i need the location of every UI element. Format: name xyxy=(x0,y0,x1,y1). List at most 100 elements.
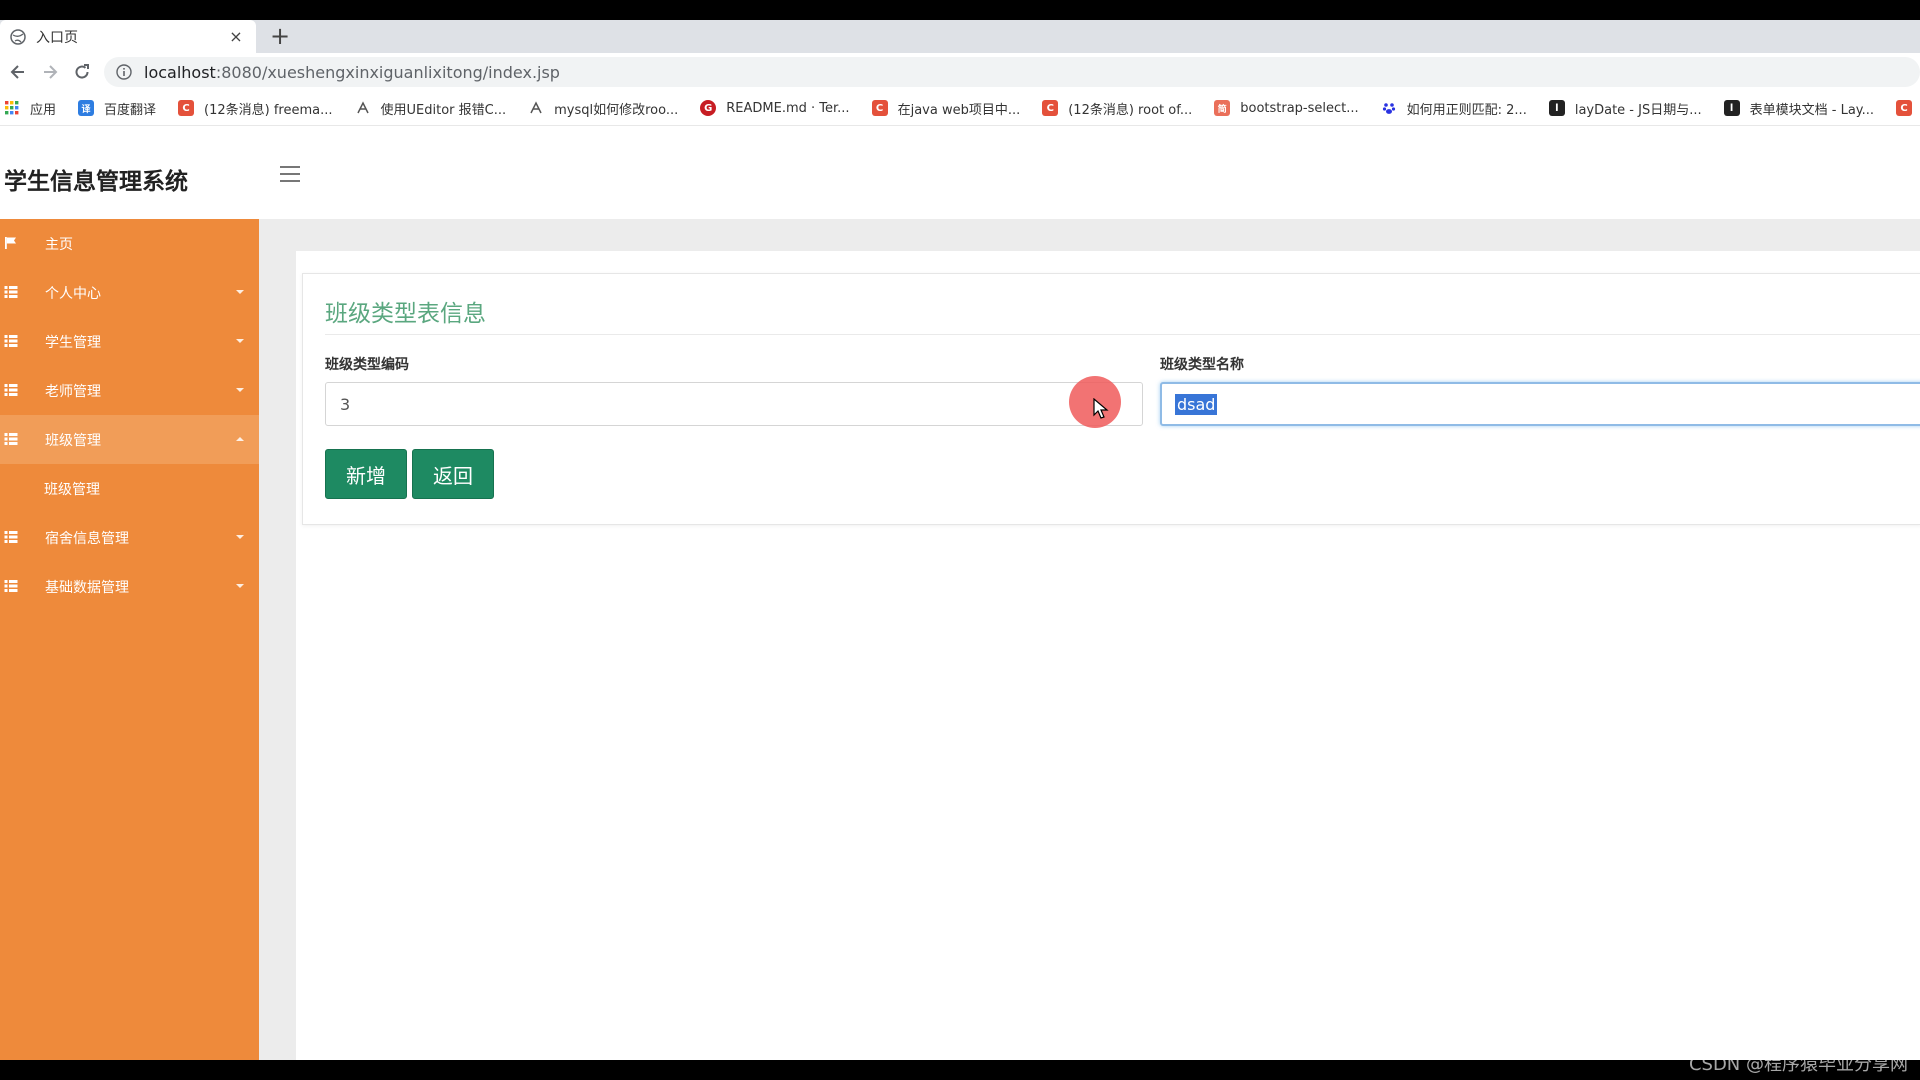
class-type-name-label: 班级类型名称 xyxy=(1160,357,1244,373)
csdn-icon: C xyxy=(871,100,888,116)
bookmark-label: 在java web项目中... xyxy=(897,102,1021,118)
bookmark-item[interactable]: 简 bootstrap-select... xyxy=(1214,100,1359,116)
bookmark-item[interactable]: C (12条消息) root of... xyxy=(1042,99,1192,118)
url-text: localhost:8080/xueshengxinxiguanlixitong… xyxy=(144,63,560,82)
class-type-code-input[interactable]: 3 xyxy=(325,382,1143,426)
csdn-icon: C xyxy=(1896,100,1913,116)
bookmark-label: (12条消息) freema... xyxy=(204,102,333,118)
grid-icon xyxy=(4,432,18,446)
class-type-name-input[interactable]: dsad xyxy=(1160,382,1920,426)
bookmark-label: 如何用正则匹配: 2... xyxy=(1406,102,1527,118)
class-type-code-label: 班级类型编码 xyxy=(325,357,409,373)
bookmark-item[interactable]: mysql如何修改roo... xyxy=(528,99,678,118)
add-button[interactable]: 新增 xyxy=(325,449,407,499)
sidebar-item-label: 班级管理 xyxy=(45,432,101,449)
caret-down-icon xyxy=(236,290,244,294)
bookmark-item[interactable]: 如何用正则匹配: 2... xyxy=(1381,99,1527,118)
class-type-code-value: 3 xyxy=(340,394,351,414)
divider xyxy=(325,334,1920,335)
bookmark-label: layDate - JS日期与... xyxy=(1574,102,1702,118)
baidu-translate-icon: 译 xyxy=(78,100,95,116)
caret-down-icon xyxy=(236,339,244,343)
sidebar-item[interactable]: 老师管理 xyxy=(0,366,259,415)
bookmark-item[interactable]: l layDate - JS日期与... xyxy=(1548,99,1702,118)
sidebar-item[interactable]: 学生管理 xyxy=(0,317,259,366)
bookmark-label: 应用 xyxy=(30,102,57,118)
sidebar-item[interactable]: 主页 xyxy=(0,219,259,268)
grid-icon xyxy=(4,579,18,593)
grid-icon xyxy=(4,383,18,397)
tab-strip: 入口页 × + xyxy=(0,20,1920,53)
sidebar-item[interactable]: 班级管理 xyxy=(0,415,259,464)
url-host: localhost xyxy=(144,62,216,82)
bookmark-label: bootstrap-select... xyxy=(1240,100,1359,116)
sidebar-item-label: 主页 xyxy=(45,236,73,253)
bookmark-label: (12条消息) root of... xyxy=(1068,102,1193,118)
bookmark-label: 百度翻译 xyxy=(104,102,157,118)
back-arrow-icon[interactable] xyxy=(4,58,32,86)
sidebar-item-label: 老师管理 xyxy=(45,383,101,400)
sidebar-item-label: 个人中心 xyxy=(45,285,101,302)
url-path: :8080/xueshengxinxiguanlixitong/index.js… xyxy=(215,62,560,82)
jianshu-icon: 简 xyxy=(1214,100,1231,116)
bookmark-item[interactable]: 使用UEditor 报错C... xyxy=(355,99,507,118)
form-title: 班级类型表信息 xyxy=(325,301,486,327)
bookmark-item[interactable]: l 表单模块文档 - Lay... xyxy=(1723,99,1875,118)
generic-page-icon xyxy=(355,100,371,116)
watermark: CSDN @程序猿毕业分享网 xyxy=(1688,1054,1908,1075)
bookmark-item[interactable]: C (12条消息) freema... xyxy=(178,99,333,118)
menu-toggle-icon[interactable] xyxy=(280,166,300,182)
bookmark-item[interactable]: 应用 xyxy=(4,99,56,118)
grid-icon xyxy=(4,530,18,544)
csdn-icon: C xyxy=(1042,100,1059,116)
bookmarks-bar: 应用 译百度翻译 C (12条消息) freema... 使用UEditor 报错C..… xyxy=(0,91,1920,126)
class-type-name-value: dsad xyxy=(1175,393,1218,415)
app-root: 学生信息管理系统 主页 个人中心 学生管理 老师管理 班级管理 班级管理 宿舍信息管理 基础数… xyxy=(0,126,1920,1060)
sidebar-item[interactable]: 基础数据管理 xyxy=(0,562,259,611)
layui-icon: l xyxy=(1723,100,1740,116)
caret-down-icon xyxy=(236,535,244,539)
bookmark-item[interactable]: C(12条消息 xyxy=(1896,99,1920,118)
bookmark-label: 表单模块文档 - Lay... xyxy=(1749,102,1875,118)
new-tab-button[interactable]: + xyxy=(270,22,290,50)
reload-icon[interactable] xyxy=(68,58,96,86)
sidebar-item-label: 宿舍信息管理 xyxy=(45,530,129,547)
tab-close-icon[interactable]: × xyxy=(226,27,246,46)
caret-down-icon xyxy=(236,388,244,392)
forward-arrow-icon[interactable] xyxy=(36,58,64,86)
sidebar-item[interactable]: 个人中心 xyxy=(0,268,259,317)
app-brand: 学生信息管理系统 xyxy=(4,169,188,195)
caret-up-icon xyxy=(236,437,244,441)
sidebar: 主页 个人中心 学生管理 老师管理 班级管理 班级管理 宿舍信息管理 基础数据管理 xyxy=(0,219,259,1060)
tab-title: 入口页 xyxy=(36,29,78,46)
bookmark-label: README.md · Ter... xyxy=(726,100,850,116)
browser-tab[interactable]: 入口页 × xyxy=(0,20,256,53)
bookmark-item[interactable]: 译百度翻译 xyxy=(78,99,156,118)
main-content: 班级类型表信息 班级类型编码 3 班级类型名称 dsad 新增 返回 xyxy=(259,219,1920,1060)
csdn-icon: C xyxy=(178,100,195,116)
sidebar-item-label: 基础数据管理 xyxy=(45,579,129,596)
mouse-cursor-icon xyxy=(1093,398,1109,419)
flag-icon xyxy=(4,236,18,250)
bookmark-item[interactable]: C 在java web项目中... xyxy=(871,99,1021,118)
bookmark-label: mysql如何修改roo... xyxy=(554,102,679,118)
browser-toolbar: localhost:8080/xueshengxinxiguanlixitong… xyxy=(0,53,1920,91)
sidebar-item-label: 学生管理 xyxy=(45,334,101,351)
bookmark-label: 使用UEditor 报错C... xyxy=(380,102,507,118)
address-bar[interactable]: localhost:8080/xueshengxinxiguanlixitong… xyxy=(104,57,1920,87)
back-button[interactable]: 返回 xyxy=(412,449,494,499)
grid-icon xyxy=(4,334,18,348)
site-info-icon[interactable] xyxy=(116,64,134,80)
caret-down-icon xyxy=(236,584,244,588)
apps-grid-icon xyxy=(4,100,20,116)
bookmark-item[interactable]: G README.md · Ter... xyxy=(700,100,850,116)
baidu-paw-icon xyxy=(1381,100,1397,116)
generic-page-icon xyxy=(528,100,544,116)
submenu-item-class-management[interactable]: 班级管理 xyxy=(0,464,259,513)
app-header: 学生信息管理系统 xyxy=(0,126,1920,219)
globe-icon xyxy=(10,28,26,45)
content-panel: 班级类型表信息 班级类型编码 3 班级类型名称 dsad 新增 返回 xyxy=(296,251,1920,1060)
sidebar-item[interactable]: 宿舍信息管理 xyxy=(0,513,259,562)
browser-window: 入口页 × + localhost:8080/xueshengxinxiguan… xyxy=(0,20,1920,1060)
grid-icon xyxy=(4,285,18,299)
